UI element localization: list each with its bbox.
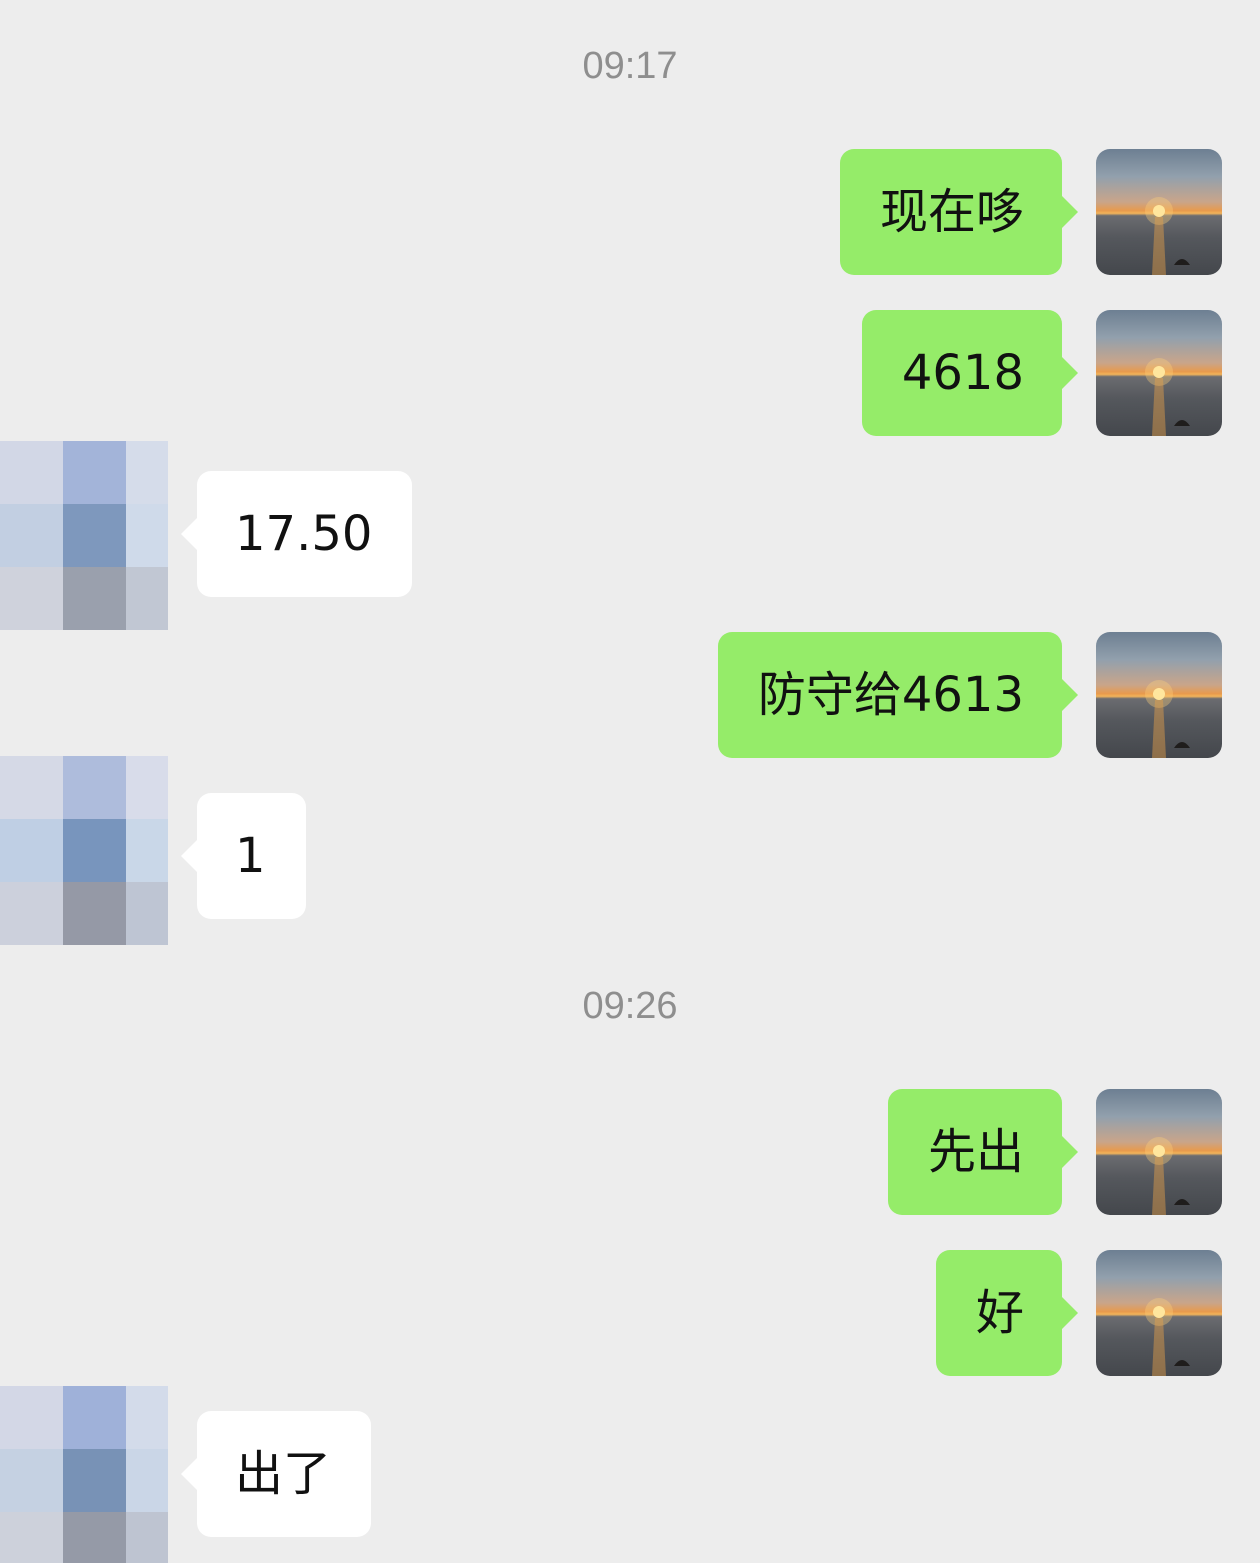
sunset-photo-icon: [1145, 680, 1190, 758]
message-bubble-outgoing[interactable]: 4618: [861, 310, 1079, 436]
my-avatar[interactable]: [1096, 1250, 1222, 1376]
sunset-photo-icon: [1145, 358, 1190, 436]
contact-avatar[interactable]: [0, 441, 168, 630]
message-bubble-incoming[interactable]: 1: [181, 793, 306, 919]
message-bubble-outgoing[interactable]: 现在哆: [839, 149, 1079, 275]
contact-avatar[interactable]: [0, 756, 168, 945]
timestamp: 09:17: [582, 45, 678, 87]
message-bubble-outgoing[interactable]: 好: [935, 1250, 1079, 1376]
message-bubble-incoming[interactable]: 17.50: [180, 471, 413, 597]
my-avatar[interactable]: [1096, 1089, 1222, 1215]
my-avatar[interactable]: [1096, 632, 1222, 758]
timestamp: 09:26: [582, 985, 678, 1027]
my-avatar[interactable]: [1096, 310, 1222, 436]
contact-avatar[interactable]: [0, 1386, 168, 1563]
sunset-photo-icon: [1145, 197, 1190, 275]
sunset-photo-icon: [1145, 1298, 1190, 1376]
message-bubble-outgoing[interactable]: 先出: [887, 1089, 1079, 1215]
my-avatar[interactable]: [1096, 149, 1222, 275]
message-bubble-incoming[interactable]: 出了: [180, 1411, 372, 1537]
message-bubble-outgoing[interactable]: 防守给4613: [717, 632, 1079, 758]
sunset-photo-icon: [1145, 1137, 1190, 1215]
